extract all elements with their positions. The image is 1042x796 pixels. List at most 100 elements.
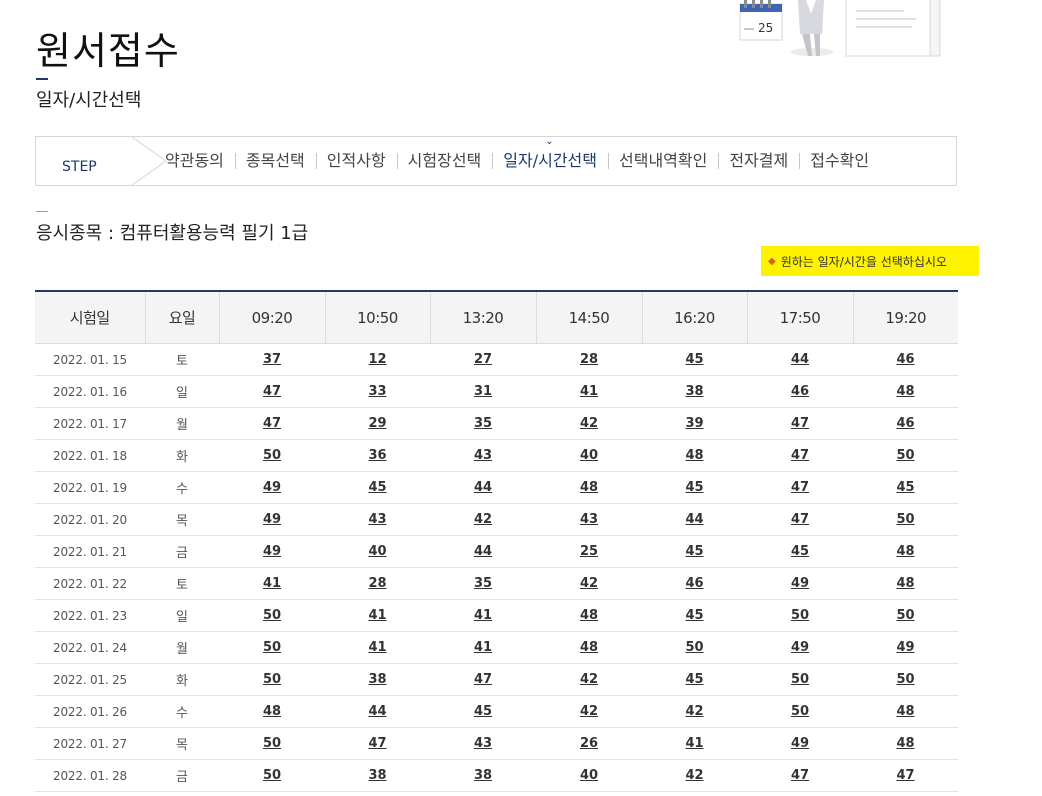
seat-count-link[interactable]: 47 [791,448,809,463]
seat-count-link[interactable]: 50 [896,672,914,687]
seat-count-link[interactable]: 50 [685,640,703,655]
seat-count-link[interactable]: 48 [685,448,703,463]
seat-count-link[interactable]: 49 [791,576,809,591]
seat-count-link[interactable]: 48 [580,480,598,495]
seat-count-link[interactable]: 50 [263,768,281,783]
seat-count-link[interactable]: 46 [791,384,809,399]
seat-count-link[interactable]: 50 [896,448,914,463]
seat-count-link[interactable]: 44 [474,480,492,495]
seat-count-link[interactable]: 47 [263,416,281,431]
seat-count-link[interactable]: 50 [791,608,809,623]
seat-count-link[interactable]: 48 [896,576,914,591]
seat-count-link[interactable]: 43 [368,512,386,527]
seat-count-link[interactable]: 27 [474,352,492,367]
seat-count-link[interactable]: 39 [685,416,703,431]
seat-count-link[interactable]: 47 [474,672,492,687]
seat-count-link[interactable]: 47 [263,384,281,399]
seat-count-link[interactable]: 37 [263,352,281,367]
seat-count-link[interactable]: 45 [474,704,492,719]
seat-count-link[interactable]: 38 [474,768,492,783]
seat-count-link[interactable]: 43 [474,736,492,751]
seat-count-link[interactable]: 48 [896,384,914,399]
seat-count-link[interactable]: 41 [368,608,386,623]
seat-count-link[interactable]: 26 [580,736,598,751]
seat-count-link[interactable]: 49 [263,480,281,495]
seat-count-link[interactable]: 41 [368,640,386,655]
seat-count-link[interactable]: 50 [263,608,281,623]
seat-count-link[interactable]: 48 [580,608,598,623]
seat-count-link[interactable]: 50 [896,608,914,623]
seat-count-link[interactable]: 12 [368,352,386,367]
seat-count-link[interactable]: 25 [580,544,598,559]
seat-count-link[interactable]: 38 [368,768,386,783]
seat-count-link[interactable]: 42 [474,512,492,527]
seat-count-link[interactable]: 50 [263,640,281,655]
seat-count-link[interactable]: 28 [580,352,598,367]
seat-count-link[interactable]: 45 [791,544,809,559]
seat-count-link[interactable]: 36 [368,448,386,463]
seat-count-link[interactable]: 41 [263,576,281,591]
seat-count-link[interactable]: 45 [685,352,703,367]
seat-count-link[interactable]: 43 [474,448,492,463]
seat-count-link[interactable]: 49 [896,640,914,655]
seat-count-link[interactable]: 49 [263,512,281,527]
seat-count-link[interactable]: 44 [474,544,492,559]
seat-count-link[interactable]: 48 [896,736,914,751]
seat-count-link[interactable]: 42 [685,704,703,719]
seat-count-link[interactable]: 45 [896,480,914,495]
seat-count-link[interactable]: 47 [791,480,809,495]
seat-count-link[interactable]: 42 [580,704,598,719]
seat-count-link[interactable]: 45 [685,672,703,687]
seat-count-link[interactable]: 40 [580,448,598,463]
seat-count-link[interactable]: 41 [474,608,492,623]
seat-count-link[interactable]: 50 [896,512,914,527]
seat-count-link[interactable]: 35 [474,416,492,431]
seat-count-link[interactable]: 31 [474,384,492,399]
seat-count-link[interactable]: 48 [580,640,598,655]
seat-count-link[interactable]: 45 [685,608,703,623]
seat-count-link[interactable]: 38 [368,672,386,687]
seat-count-link[interactable]: 42 [685,768,703,783]
seat-count-link[interactable]: 45 [685,544,703,559]
seat-count-link[interactable]: 50 [791,704,809,719]
seat-count-link[interactable]: 40 [580,768,598,783]
seat-count-link[interactable]: 48 [263,704,281,719]
seat-count-link[interactable]: 35 [474,576,492,591]
seat-count-link[interactable]: 44 [791,352,809,367]
seat-count-link[interactable]: 48 [896,704,914,719]
seat-count-link[interactable]: 47 [791,416,809,431]
seat-count-link[interactable]: 41 [685,736,703,751]
seat-count-link[interactable]: 45 [685,480,703,495]
seat-count-link[interactable]: 28 [368,576,386,591]
seat-count-link[interactable]: 46 [896,416,914,431]
seat-count-link[interactable]: 47 [896,768,914,783]
seat-count-link[interactable]: 42 [580,672,598,687]
seat-count-link[interactable]: 50 [263,736,281,751]
seat-count-link[interactable]: 50 [263,448,281,463]
seat-count-link[interactable]: 44 [685,512,703,527]
time-slot-cell: 42 [536,695,642,728]
seat-count-link[interactable]: 46 [685,576,703,591]
seat-count-link[interactable]: 46 [896,352,914,367]
seat-count-link[interactable]: 47 [791,768,809,783]
seat-count-link[interactable]: 49 [791,736,809,751]
seat-count-link[interactable]: 50 [791,672,809,687]
seat-count-link[interactable]: 41 [580,384,598,399]
seat-count-link[interactable]: 38 [685,384,703,399]
seat-count-link[interactable]: 45 [368,480,386,495]
seat-count-link[interactable]: 47 [368,736,386,751]
seat-count-link[interactable]: 40 [368,544,386,559]
weekday-cell: 화 [145,663,219,696]
seat-count-link[interactable]: 49 [263,544,281,559]
seat-count-link[interactable]: 42 [580,576,598,591]
seat-count-link[interactable]: 47 [791,512,809,527]
seat-count-link[interactable]: 44 [368,704,386,719]
seat-count-link[interactable]: 50 [263,672,281,687]
seat-count-link[interactable]: 42 [580,416,598,431]
seat-count-link[interactable]: 43 [580,512,598,527]
seat-count-link[interactable]: 41 [474,640,492,655]
seat-count-link[interactable]: 29 [368,416,386,431]
seat-count-link[interactable]: 48 [896,544,914,559]
seat-count-link[interactable]: 33 [368,384,386,399]
seat-count-link[interactable]: 49 [791,640,809,655]
